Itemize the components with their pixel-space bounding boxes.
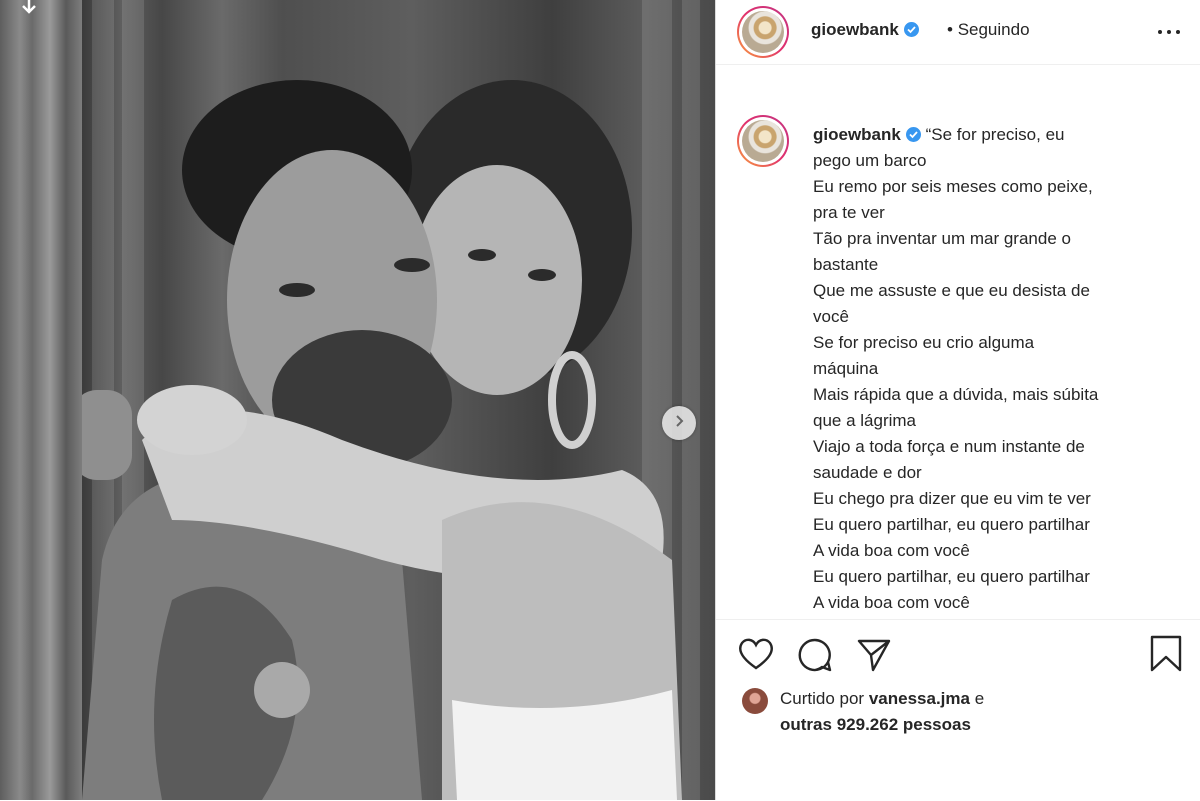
caption-line: Eu quero partilhar, eu quero partilhar xyxy=(813,567,1090,586)
heart-icon xyxy=(738,638,774,675)
post-actions: Curtido por vanessa.jma e outras 929.262… xyxy=(716,619,1200,801)
liker-avatar[interactable] xyxy=(742,688,768,714)
verified-badge-icon xyxy=(905,127,921,142)
comment-button[interactable] xyxy=(797,637,833,678)
caption-line: Viajo a toda força e num instante de xyxy=(813,437,1085,456)
caption-line: “Se for preciso, eu xyxy=(925,125,1065,144)
previous-post-edge[interactable] xyxy=(0,0,82,800)
caption-line: Eu remo por seis meses como peixe, xyxy=(813,177,1093,196)
caption-line: Tão pra inventar um mar grande o xyxy=(813,229,1071,248)
caption-line: Que me assuste e que eu desista de xyxy=(813,281,1090,300)
more-options-button[interactable] xyxy=(1156,22,1186,42)
caption-username[interactable]: gioewbank xyxy=(813,125,901,144)
couple-photo xyxy=(82,80,682,800)
caption-line: máquina xyxy=(813,359,879,378)
caption-line: Eu quero partilhar, eu quero partilhar xyxy=(813,515,1090,534)
chevron-right-icon xyxy=(672,414,686,433)
caption-line: Eu chego pra dizer que eu vim te ver xyxy=(813,489,1091,508)
bookmark-icon xyxy=(1149,635,1183,677)
liked-by-line: Curtido por vanessa.jma e xyxy=(780,689,985,708)
post-header: gioewbank • Seguindo xyxy=(716,0,1200,65)
comment-bubble-icon xyxy=(797,638,833,677)
liker-username[interactable]: vanessa.jma xyxy=(869,689,970,708)
arrow-down-icon xyxy=(16,0,42,22)
caption-line: Mais rápida que a dúvida, mais súbita xyxy=(813,385,1099,404)
verified-badge-icon xyxy=(903,22,919,37)
post-photo-pane xyxy=(0,0,715,800)
caption-line: pra te ver xyxy=(813,203,885,222)
caption-line: Se for preciso eu crio alguma xyxy=(813,333,1035,352)
likes-count-link[interactable]: outras 929.262 pessoas xyxy=(780,715,971,735)
header-username[interactable]: gioewbank xyxy=(811,20,919,40)
next-image-button[interactable] xyxy=(662,406,696,440)
share-button[interactable] xyxy=(856,637,892,678)
caption-line: você xyxy=(813,307,849,326)
caption-line: bastante xyxy=(813,255,879,274)
following-status[interactable]: • Seguindo xyxy=(947,20,1030,40)
save-button[interactable] xyxy=(1149,635,1183,678)
caption-line: que a lágrima xyxy=(813,411,917,430)
caption-line: A vida boa com você xyxy=(813,541,970,560)
caption-avatar[interactable] xyxy=(737,115,789,167)
caption-line: saudade e dor xyxy=(813,463,922,482)
caption-text: gioewbank “Se for preciso, eu pego um ba… xyxy=(813,122,1183,616)
avatar[interactable] xyxy=(737,6,789,58)
caption-line: A vida boa com você xyxy=(813,593,970,612)
like-button[interactable] xyxy=(738,637,774,676)
paper-plane-icon xyxy=(856,639,892,677)
post-side-panel: gioewbank • Seguindo gioewbank “Se for p… xyxy=(715,0,1200,800)
caption-area: gioewbank “Se for preciso, eu pego um ba… xyxy=(716,65,1200,619)
post-image[interactable] xyxy=(82,0,715,800)
caption-line: pego um barco xyxy=(813,151,927,170)
